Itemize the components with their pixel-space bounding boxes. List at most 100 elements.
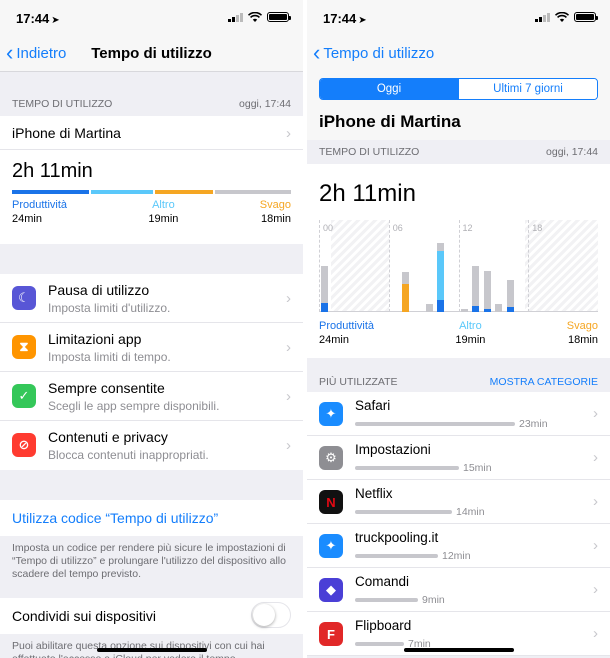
navigation-bar: ‹ Indietro Tempo di utilizzo	[0, 36, 303, 72]
app-name: Impostazioni	[355, 442, 431, 457]
passcode-footnote: Imposta un codice per rendere più sicure…	[12, 542, 286, 580]
segment-today[interactable]: Oggi	[320, 79, 458, 99]
total-usage-time: 2h 11min	[12, 160, 93, 182]
option-always-allowed[interactable]: ✓ Sempre consentite Scegli le app sempre…	[0, 372, 303, 421]
chart-bar	[507, 279, 514, 312]
app-name: Safari	[355, 398, 391, 413]
home-indicator[interactable]	[403, 648, 514, 652]
app-usage-bar	[355, 422, 515, 426]
chevron-right-icon: ›	[286, 388, 291, 405]
chart-bar-segment	[472, 305, 480, 312]
share-devices-toggle[interactable]	[251, 602, 291, 628]
usage-card[interactable]: iPhone di Martina › 2h 11min Produttivit…	[0, 116, 303, 244]
chart-bar-segment	[402, 284, 410, 312]
bar-segment-remaining	[215, 190, 291, 194]
app-row[interactable]: ✦ Safari 23min ›	[307, 392, 610, 436]
right-screen: 17:44 ➤ ‹ Tempo di utilizzo Oggi Ultimi 7 …	[307, 0, 610, 658]
chart-gridline	[528, 220, 530, 312]
usage-category-bar	[12, 190, 291, 194]
period-segmented-control: Oggi Ultimi 7 giorni	[307, 72, 610, 108]
usage-section-header: TEMPO DI UTILIZZO oggi, 17:44	[319, 146, 598, 158]
chevron-right-icon: ›	[593, 449, 598, 466]
status-time: 17:44 ➤	[323, 11, 367, 26]
chevron-right-icon: ›	[286, 125, 291, 142]
bar-segment-entertainment	[155, 190, 213, 194]
option-app-limits[interactable]: ⧗ Limitazioni app Imposta limiti di temp…	[0, 323, 303, 372]
app-usage-time: 14min	[456, 506, 485, 518]
chart-gridline	[388, 220, 390, 312]
chart-bar-segment	[321, 302, 328, 312]
chart-bar-segment	[472, 266, 480, 306]
chart-bar-segment	[437, 299, 445, 312]
chart-gridline	[458, 220, 460, 312]
compass-icon: ✦	[319, 402, 343, 426]
chart-bar	[402, 272, 410, 312]
app-row[interactable]: ◆ Comandi 9min ›	[307, 568, 610, 612]
app-row[interactable]: ✦ truckpooling.it 12min ›	[307, 524, 610, 568]
left-screen: 17:44 ➤ ‹ Indietro Tempo di utilizzo TEMPO…	[0, 0, 303, 658]
passcode-link[interactable]: Utilizza codice “Tempo di utilizzo”	[0, 500, 303, 536]
chart-hour-label: 06	[392, 223, 403, 233]
options-list: ☾ Pausa di utilizzo Imposta limiti d'uti…	[0, 274, 303, 470]
chart-bar-segment	[483, 308, 491, 312]
category-productivity: Produttività 24min	[319, 320, 375, 346]
app-usage-bar	[355, 510, 452, 514]
hourly-usage-chart: 00 06 12 18	[319, 220, 598, 312]
page-title: Tempo di utilizzo	[91, 45, 212, 62]
gear-icon: ⚙	[319, 446, 343, 470]
wifi-icon	[555, 12, 569, 22]
option-content-privacy[interactable]: ⊘ Contenuti e privacy Blocca contenuti i…	[0, 421, 303, 470]
category-other: Altro 19min	[455, 320, 486, 346]
chart-bar	[460, 308, 468, 312]
compass-icon: ✦	[319, 534, 343, 558]
location-arrow-icon: ➤	[51, 15, 60, 26]
total-usage-time: 2h 11min	[319, 180, 416, 207]
night-hours-zone	[330, 220, 389, 312]
status-bar: 17:44 ➤	[307, 0, 610, 36]
navigation-bar: ‹ Tempo di utilizzo	[307, 36, 610, 72]
chart-bar	[483, 270, 491, 312]
battery-icon	[267, 12, 291, 22]
app-name: Netflix	[355, 486, 393, 501]
chart-baseline	[319, 311, 598, 312]
app-row[interactable]: N Netflix 14min ›	[307, 480, 610, 524]
category-entertainment: Svago 18min	[566, 320, 598, 346]
chart-gridline	[319, 220, 320, 312]
future-hours-zone	[524, 220, 598, 312]
app-usage-time: 15min	[463, 462, 492, 474]
moon-icon: ☾	[12, 286, 36, 310]
chart-bar-segment	[460, 308, 468, 312]
chevron-right-icon: ›	[286, 437, 291, 454]
chart-hour-label: 12	[462, 223, 473, 233]
shortcuts-icon: ◆	[319, 578, 343, 602]
share-footnote: Puoi abilitare questa opzione sui dispos…	[12, 640, 265, 658]
option-downtime[interactable]: ☾ Pausa di utilizzo Imposta limiti d'uti…	[0, 274, 303, 323]
segment-last-7-days[interactable]: Ultimi 7 giorni	[458, 79, 597, 99]
app-usage-time: 12min	[442, 550, 471, 562]
chart-bar-segment	[507, 279, 514, 308]
chart-hour-label: 18	[532, 223, 543, 233]
chart-bar-segment	[495, 304, 503, 312]
device-row[interactable]: iPhone di Martina ›	[0, 116, 303, 150]
category-other: Altro 19min	[148, 199, 179, 225]
app-row[interactable]: ⚙ Impostazioni 15min ›	[307, 436, 610, 480]
category-entertainment: Svago 18min	[259, 199, 291, 225]
show-categories-button[interactable]: MOSTRA CATEGORIE	[490, 376, 598, 388]
chart-bar-segment	[425, 304, 433, 312]
chevron-right-icon: ›	[593, 581, 598, 598]
category-productivity: Produttività 24min	[12, 199, 68, 225]
most-used-header: PIÙ UTILIZZATE MOSTRA CATEGORIE	[319, 376, 598, 388]
chevron-left-icon: ‹	[313, 40, 321, 65]
usage-section-header: TEMPO DI UTILIZZO oggi, 17:44	[12, 98, 291, 110]
chart-bar	[425, 304, 433, 312]
chart-bar-segment	[321, 266, 328, 303]
hourglass-icon: ⧗	[12, 335, 36, 359]
back-button[interactable]: ‹ Tempo di utilizzo	[313, 40, 434, 65]
cellular-signal-icon	[535, 12, 550, 22]
app-usage-bar	[355, 554, 438, 558]
battery-icon	[574, 12, 598, 22]
chart-bar-segment	[437, 250, 445, 300]
chart-bar-segment	[402, 272, 410, 285]
chart-bar-segment	[483, 270, 491, 309]
home-indicator[interactable]	[96, 648, 207, 652]
